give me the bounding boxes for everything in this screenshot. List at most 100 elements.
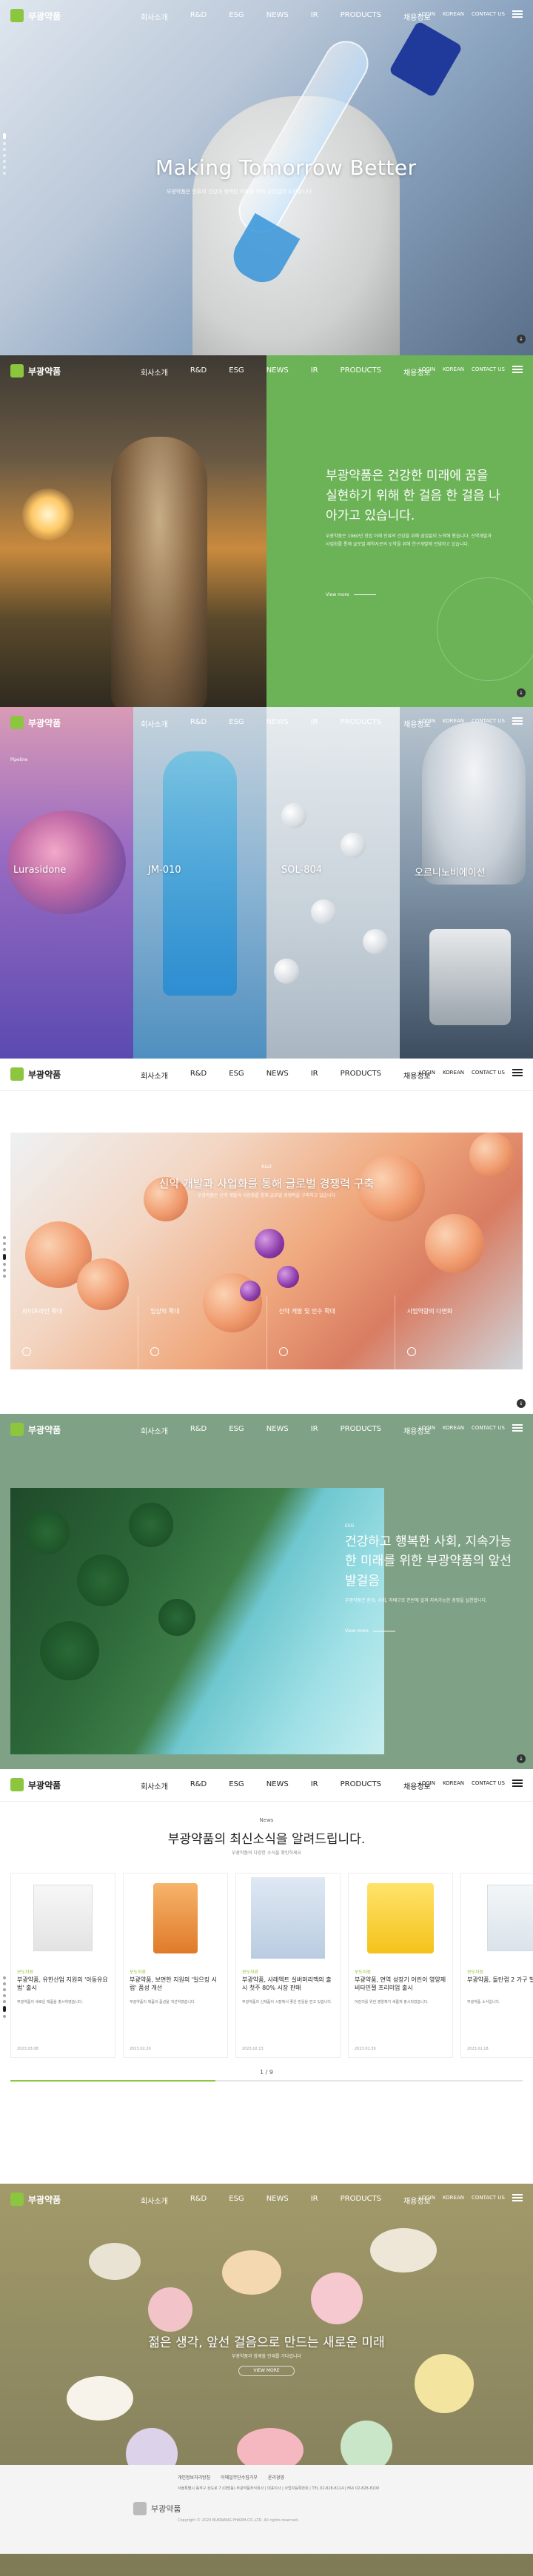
logo[interactable]: 부광약품 [10, 1423, 61, 1436]
nav-item-rnd[interactable]: R&D [190, 366, 207, 378]
util-language[interactable]: KOREAN [443, 11, 464, 17]
util-login[interactable]: LOGIN [419, 1780, 435, 1786]
indicator-dot[interactable] [3, 166, 6, 169]
menu-icon[interactable] [512, 10, 523, 18]
news-card[interactable]: 보도자료 부광약품, 보면한 지원의 '일으킹 시럽' 품성 개선 부광약품이 … [123, 1873, 228, 2058]
news-card[interactable]: 보도자료 부광약품, 사레엑트 실버머리맥의 출시 첫주 80% 시장 판매 부… [235, 1873, 341, 2058]
logo[interactable]: 부광약품 [10, 1067, 61, 1081]
business-cell[interactable]: 임상의 확대 [138, 1295, 266, 1369]
pipeline-card[interactable]: JM-010 [133, 707, 266, 1059]
indicator-dot[interactable] [3, 142, 6, 145]
logo[interactable]: 부광약품 [10, 716, 61, 729]
nav-item-rnd[interactable]: R&D [190, 1425, 207, 1436]
careers-view-more-button[interactable]: VIEW MORE [238, 2366, 295, 2376]
pipeline-card[interactable]: 오르니노비에이션 [400, 707, 533, 1059]
indicator-dot[interactable] [3, 1263, 6, 1266]
menu-icon[interactable] [512, 2194, 523, 2201]
indicator-dot[interactable] [3, 133, 6, 139]
nav-item-products[interactable]: PRODUCTS [341, 1780, 381, 1791]
util-contact[interactable]: CONTACT US [472, 718, 505, 724]
util-login[interactable]: LOGIN [419, 718, 435, 724]
business-cell[interactable]: 파이프라인 확대 [10, 1295, 138, 1369]
footer-link-email[interactable]: 이메일무단수집거부 [221, 2474, 258, 2481]
business-cell[interactable]: 신약 개발 및 인수 확대 [266, 1295, 395, 1369]
util-login[interactable]: LOGIN [419, 1070, 435, 1076]
pipeline-card[interactable]: SOL-804 [266, 707, 400, 1059]
nav-item-esg[interactable]: ESG [229, 366, 244, 378]
util-language[interactable]: KOREAN [443, 1425, 464, 1431]
indicator-dot[interactable] [3, 1994, 6, 1997]
util-language[interactable]: KOREAN [443, 366, 464, 372]
scroll-down-icon[interactable]: ↓ [517, 688, 526, 697]
nav-item-products[interactable]: PRODUCTS [341, 718, 381, 729]
indicator-dot[interactable] [3, 1988, 6, 1991]
nav-item-news[interactable]: NEWS [266, 366, 289, 378]
vision-view-more-link[interactable]: View more [326, 592, 376, 597]
nav-item-ir[interactable]: IR [311, 718, 318, 729]
indicator-dot[interactable] [3, 2000, 6, 2003]
menu-icon[interactable] [512, 717, 523, 725]
nav-item-ir[interactable]: IR [311, 11, 318, 22]
scroll-down-icon[interactable]: ↓ [517, 1399, 526, 1408]
util-language[interactable]: KOREAN [443, 1780, 464, 1786]
util-login[interactable]: LOGIN [419, 2195, 435, 2201]
nav-item-products[interactable]: PRODUCTS [341, 366, 381, 378]
esg-view-more-link[interactable]: View more [345, 1629, 395, 1634]
scroll-down-icon[interactable]: ↓ [517, 335, 526, 343]
news-card[interactable]: 보도자료 부광약품, 면역 성장기 어린이 영양제 비타민젤 프리미엄 출시 어… [348, 1873, 453, 2058]
nav-item-products[interactable]: PRODUCTS [341, 2195, 381, 2206]
nav-item-ir[interactable]: IR [311, 2195, 318, 2206]
news-carousel[interactable]: 보도자료 부광약품, 유한산업 지원의 '아동유요법' 출시 부광약품이 새로운… [10, 1873, 533, 2058]
nav-item-products[interactable]: PRODUCTS [341, 11, 381, 22]
menu-icon[interactable] [512, 1069, 523, 1076]
nav-item-company[interactable]: 회사소개 [141, 1780, 168, 1791]
business-cell[interactable]: 사업역량의 다변화 [394, 1295, 523, 1369]
nav-item-ir[interactable]: IR [311, 1780, 318, 1791]
nav-item-news[interactable]: NEWS [266, 1780, 289, 1791]
menu-icon[interactable] [512, 366, 523, 373]
indicator-dot[interactable] [3, 148, 6, 151]
menu-icon[interactable] [512, 1780, 523, 1787]
nav-item-company[interactable]: 회사소개 [141, 1425, 168, 1436]
nav-item-products[interactable]: PRODUCTS [341, 1070, 381, 1081]
nav-item-rnd[interactable]: R&D [190, 1780, 207, 1791]
footer-link-privacy[interactable]: 개인정보처리방침 [178, 2474, 210, 2481]
util-contact[interactable]: CONTACT US [472, 1070, 505, 1076]
util-contact[interactable]: CONTACT US [472, 1780, 505, 1786]
util-language[interactable]: KOREAN [443, 2195, 464, 2201]
nav-item-esg[interactable]: ESG [229, 1425, 244, 1436]
logo[interactable]: 부광약품 [10, 1778, 61, 1791]
indicator-dot[interactable] [3, 1269, 6, 1272]
indicator-dot[interactable] [3, 2015, 6, 2018]
nav-item-company[interactable]: 회사소개 [141, 718, 168, 729]
indicator-dot[interactable] [3, 2006, 6, 2012]
util-language[interactable]: KOREAN [443, 1070, 464, 1076]
indicator-dot[interactable] [3, 1254, 6, 1260]
nav-item-news[interactable]: NEWS [266, 1425, 289, 1436]
indicator-dot[interactable] [3, 1248, 6, 1251]
nav-item-esg[interactable]: ESG [229, 11, 244, 22]
util-language[interactable]: KOREAN [443, 718, 464, 724]
indicator-dot[interactable] [3, 1976, 6, 1979]
menu-icon[interactable] [512, 1424, 523, 1432]
scroll-down-icon[interactable]: ↓ [517, 1754, 526, 1763]
news-card[interactable]: 보도자료 부광약품, 돌탄캡 2 가구 빌딩 부광약품 소식입니다. 2023.… [460, 1873, 533, 2058]
indicator-dot[interactable] [3, 1982, 6, 1985]
indicator-dot[interactable] [3, 160, 6, 163]
indicator-dot[interactable] [3, 1242, 6, 1245]
nav-item-rnd[interactable]: R&D [190, 11, 207, 22]
nav-item-esg[interactable]: ESG [229, 1780, 244, 1791]
indicator-dot[interactable] [3, 1236, 6, 1239]
nav-item-news[interactable]: NEWS [266, 2195, 289, 2206]
news-progress-bar[interactable] [10, 2080, 523, 2082]
util-login[interactable]: LOGIN [419, 366, 435, 372]
footer-link-ethics[interactable]: 윤리경영 [268, 2474, 284, 2481]
indicator-dot[interactable] [3, 172, 6, 175]
nav-item-esg[interactable]: ESG [229, 718, 244, 729]
util-contact[interactable]: CONTACT US [472, 1425, 505, 1431]
indicator-dot[interactable] [3, 1275, 6, 1278]
nav-item-company[interactable]: 회사소개 [141, 2195, 168, 2206]
indicator-dot[interactable] [3, 154, 6, 157]
nav-item-news[interactable]: NEWS [266, 1070, 289, 1081]
logo[interactable]: 부광약품 [10, 364, 61, 378]
